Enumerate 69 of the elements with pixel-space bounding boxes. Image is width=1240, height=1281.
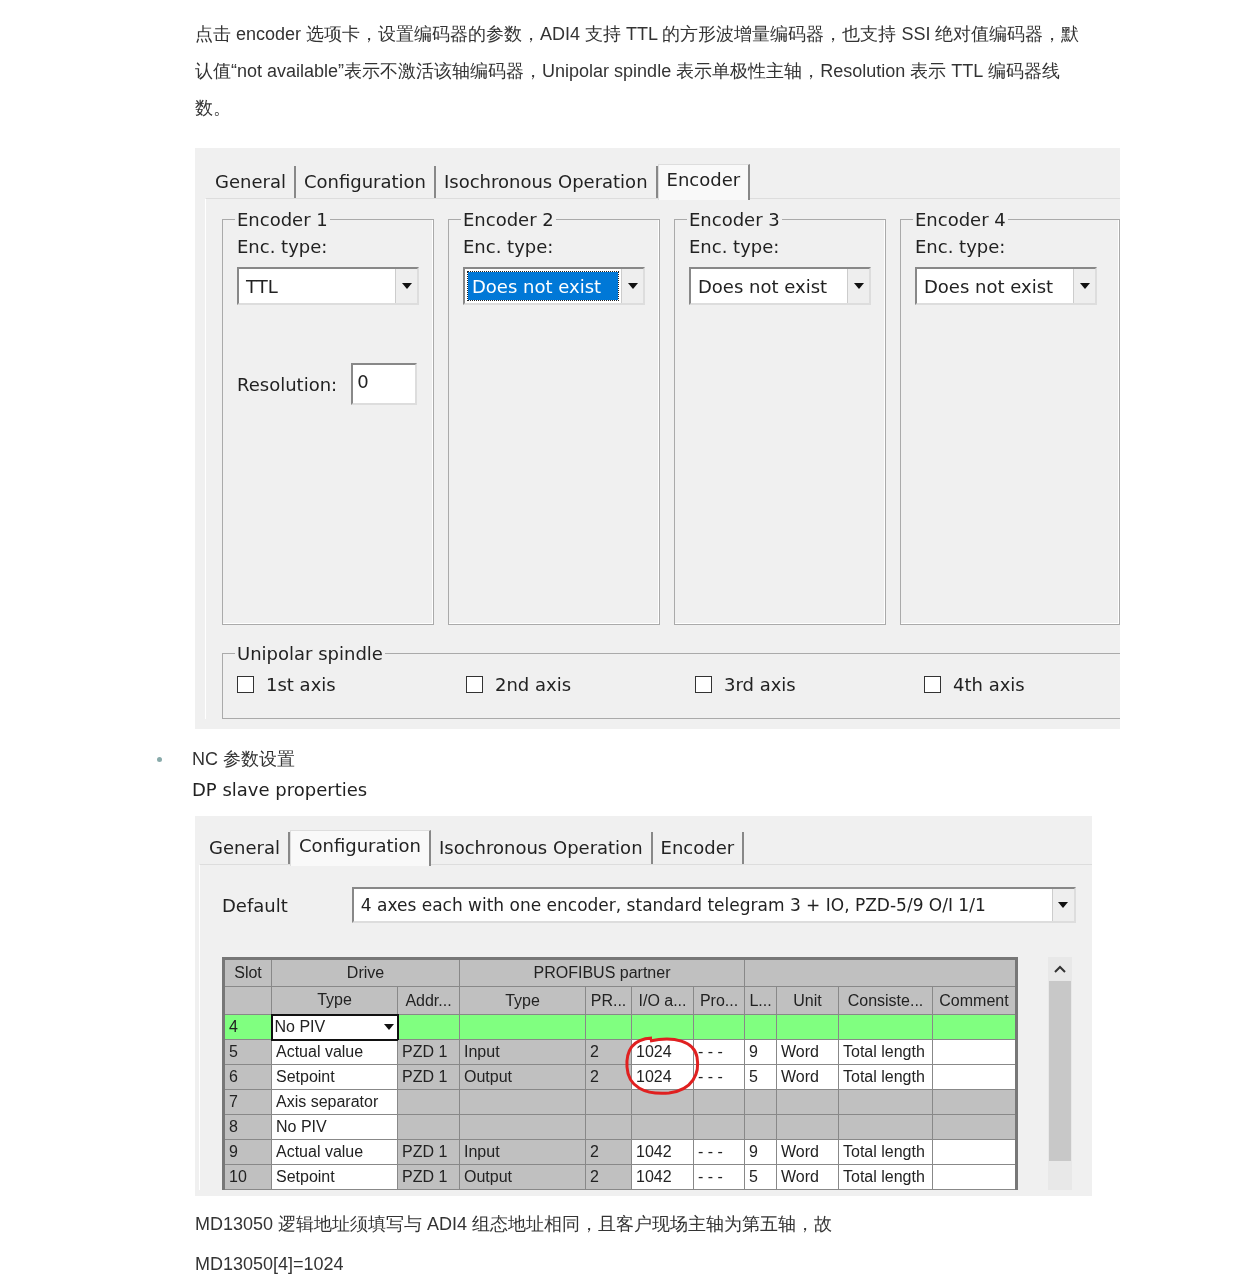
table-cell: Output <box>459 1064 586 1090</box>
group-title: Unipolar spindle <box>236 643 384 664</box>
table-cell: 10 <box>223 1164 272 1190</box>
resolution-field[interactable]: 0 <box>351 363 418 405</box>
column-header: Addr... <box>397 986 460 1015</box>
table-cell: Setpoint <box>271 1064 398 1090</box>
table-cell: Output <box>459 1164 586 1190</box>
column-header: I/O a... <box>631 986 694 1015</box>
dialog-tab[interactable]: Configuration <box>289 830 431 866</box>
field-label: Enc. type: <box>915 236 1007 257</box>
table-cell: 4 <box>223 1014 272 1040</box>
table-cell: Input <box>459 1039 586 1065</box>
table-cell: Input <box>459 1139 586 1165</box>
table-cell: 8 <box>223 1114 272 1140</box>
table-cell: Total length <box>838 1039 933 1065</box>
axis-checkbox[interactable]: 4th axis <box>924 674 1120 695</box>
table-cell: 6 <box>223 1064 272 1090</box>
group-title: Encoder 4 <box>914 209 1007 230</box>
axis-checkbox[interactable]: 1st axis <box>237 674 466 695</box>
dropdown-arrow-icon[interactable] <box>400 282 413 290</box>
column-header: Consiste... <box>838 986 933 1015</box>
axis-checkbox[interactable]: 3rd axis <box>695 674 924 695</box>
intro-paragraph: 点击 encoder 选项卡，设置编码器的参数，ADI4 支持 TTL 的方形波增量编码器，也支持 SSI 绝对值编码器，默认值“not available”表示不激活该轴编码器，Unipolar spindle 表示单极性主轴，Resolution 表示 TTL 编码器线数。 <box>195 23 1081 120</box>
field-label: Resolution: <box>237 373 338 395</box>
figure-caption: DP slave properties <box>192 779 369 800</box>
group-title: Encoder 3 <box>688 209 781 230</box>
table-cell: Axis separator <box>271 1089 398 1115</box>
table-cell: Setpoint <box>271 1164 398 1190</box>
column-header: Unit <box>776 986 839 1015</box>
table-cell: No PIV <box>271 1014 398 1040</box>
dropdown-arrow-icon[interactable] <box>626 282 639 290</box>
note-text: MD13050[4]=1024 <box>195 1253 345 1276</box>
dialog-tab[interactable]: Encoder <box>657 164 751 200</box>
scrollbar[interactable] <box>1048 957 1072 1190</box>
encoder-type-dropdown[interactable]: TTL <box>237 267 419 305</box>
dropdown-arrow-icon[interactable] <box>382 1023 395 1031</box>
column-header: PROFIBUS partner <box>459 958 745 987</box>
column-header: Slot <box>223 958 272 987</box>
table-cell: 9 <box>223 1139 272 1165</box>
column-header: Type <box>271 986 398 1015</box>
table-cell: Total length <box>838 1139 933 1165</box>
group-title: Encoder 1 <box>236 209 329 230</box>
column-header: Comment <box>932 986 1017 1015</box>
table-cell: Actual value <box>271 1039 398 1065</box>
field-label: Default <box>222 894 288 916</box>
field-label: Enc. type: <box>689 236 781 257</box>
dropdown-arrow-icon[interactable] <box>1078 282 1091 290</box>
table-cell: Total length <box>838 1164 933 1190</box>
list-item: NC 参数设置 <box>192 748 295 771</box>
field-label: Enc. type: <box>237 236 329 257</box>
table-cell: Actual value <box>271 1139 398 1165</box>
bullet-icon <box>157 756 162 762</box>
encoder-type-dropdown[interactable]: Does not exist <box>915 267 1097 305</box>
axis-checkbox[interactable]: 2nd axis <box>466 674 695 695</box>
dropdown-arrow-icon[interactable] <box>1057 901 1070 909</box>
encoder-type-dropdown[interactable]: Does not exist <box>463 267 645 305</box>
encoder-type-dropdown[interactable]: Does not exist <box>689 267 871 305</box>
note-text: MD13050 逻辑地址须填写与 ADI4 组态地址相同，且客户现场主轴为第五轴，故 <box>195 1213 834 1236</box>
table-cell: 7 <box>223 1089 272 1115</box>
field-label: Enc. type: <box>463 236 555 257</box>
scroll-up-icon[interactable] <box>1054 965 1066 973</box>
table-cell: No PIV <box>271 1114 398 1140</box>
default-dropdown[interactable]: 4 axes each with one encoder, standard telegram 3 + IO, PZD-5/9 O/I 1/1 <box>351 887 1076 923</box>
column-header: Type <box>459 986 586 1015</box>
group-title: Encoder 2 <box>462 209 555 230</box>
table-cell: 5 <box>223 1039 272 1065</box>
table-cell: Total length <box>838 1064 933 1090</box>
column-header: Drive <box>271 958 460 987</box>
dropdown-arrow-icon[interactable] <box>852 282 865 290</box>
